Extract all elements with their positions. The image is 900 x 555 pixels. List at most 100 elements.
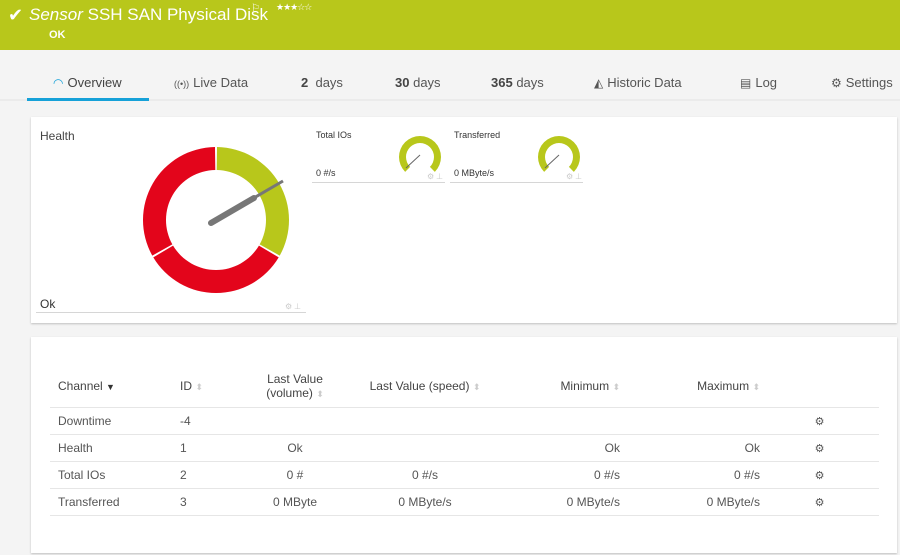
gauge-settings-icons[interactable]: ⚙⊥ [285, 302, 303, 311]
cell-min: Ok [500, 434, 630, 461]
tab-num: 2 [301, 75, 308, 90]
cell-max: Ok [630, 434, 760, 461]
total-ios-needle [406, 155, 420, 168]
col-label: Maximum [697, 379, 749, 393]
health-gauge[interactable] [141, 145, 291, 299]
tab-live-data[interactable]: ((•)) Live Data [174, 75, 248, 90]
list-icon: ▤ [740, 76, 751, 90]
gauges-panel: Health Ok ⚙⊥ Total IOs 0 #/s ⚙⊥ Transfer… [31, 117, 897, 323]
title-text: SSH SAN Physical Disk [88, 5, 268, 24]
tab-label: Log [755, 75, 777, 90]
tab-2-days[interactable]: 2 days [301, 75, 343, 90]
sensor-header: ✔ Sensor SSH SAN Physical Disk ⚐ ★★★☆☆ O… [0, 0, 900, 50]
total-ios-divider [312, 182, 445, 183]
cell-max: 0 MByte/s [630, 488, 760, 515]
broadcast-icon: ((•)) [174, 79, 189, 89]
cell-max: 0 #/s [630, 461, 760, 488]
col-channel[interactable]: Channel ▼ [50, 365, 180, 407]
cell-min [500, 407, 630, 434]
total-ios-title: Total IOs [316, 130, 352, 140]
col-label: Last Value [267, 372, 323, 386]
cell-min: 0 MByte/s [500, 488, 630, 515]
table-row[interactable]: Total IOs 2 0 # 0 #/s 0 #/s 0 #/s ⚙ [50, 461, 879, 488]
sort-desc-icon: ▼ [106, 382, 115, 392]
cell-volume [240, 407, 350, 434]
col-last-value-speed[interactable]: Last Value (speed) ⬍ [350, 365, 500, 407]
title-prefix: Sensor [29, 5, 83, 24]
col-minimum[interactable]: Minimum ⬍ [500, 365, 630, 407]
table-row[interactable]: Transferred 3 0 MByte 0 MByte/s 0 MByte/… [50, 488, 879, 515]
health-segment-error-1 [153, 246, 278, 293]
tab-label: days [315, 75, 342, 90]
tab-label: Live Data [193, 75, 248, 90]
cell-speed [350, 407, 500, 434]
cell-volume: 0 MByte [240, 488, 350, 515]
health-needle-thick [211, 198, 254, 223]
col-last-value-volume[interactable]: Last Value(volume) ⬍ [240, 365, 350, 407]
cell-id: 3 [180, 488, 240, 515]
active-tab-indicator [27, 98, 149, 101]
cell-channel: Health [50, 434, 180, 461]
transferred-divider [450, 182, 583, 183]
total-ios-settings-icons[interactable]: ⚙⊥ [427, 172, 445, 181]
cell-channel: Downtime [50, 407, 180, 434]
channel-settings-icon[interactable]: ⚙ [815, 416, 825, 428]
col-maximum[interactable]: Maximum ⬍ [630, 365, 760, 407]
tab-label: Settings [846, 75, 893, 90]
health-gauge-value: Ok [40, 297, 55, 311]
health-segment-error-2 [143, 147, 215, 256]
sort-icon: ⬍ [752, 382, 760, 392]
col-label: Minimum [560, 379, 609, 393]
tab-num: 30 [395, 75, 409, 90]
flag-icon[interactable]: ⚐ [251, 3, 260, 14]
area-chart-icon: ◭ [594, 76, 603, 90]
cell-speed: 0 MByte/s [350, 488, 500, 515]
cell-speed [350, 434, 500, 461]
status-text: OK [49, 29, 66, 41]
cell-max [630, 407, 760, 434]
priority-stars[interactable]: ★★★☆☆ [276, 2, 311, 13]
col-label: (volume) [266, 386, 313, 400]
cell-channel: Transferred [50, 488, 180, 515]
total-ios-arc [399, 136, 441, 172]
tab-label: days [516, 75, 543, 90]
sort-icon: ⬍ [473, 382, 481, 392]
tab-30-days[interactable]: 30 days [395, 75, 441, 90]
transferred-settings-icons[interactable]: ⚙⊥ [566, 172, 584, 181]
total-ios-value: 0 #/s [316, 168, 336, 178]
channel-settings-icon[interactable]: ⚙ [815, 443, 825, 455]
tab-bar: ◠Overview ((•))Live Data 2 days 30 days … [0, 66, 900, 101]
channel-settings-icon[interactable]: ⚙ [815, 470, 825, 482]
col-label: Last Value (speed) [370, 379, 470, 393]
channels-table: Channel ▼ ID ⬍ Last Value(volume) ⬍ Last… [50, 365, 879, 516]
table-row[interactable]: Downtime -4 ⚙ [50, 407, 879, 434]
col-actions [760, 365, 879, 407]
cell-id: -4 [180, 407, 240, 434]
cell-volume: 0 # [240, 461, 350, 488]
tab-label: days [413, 75, 440, 90]
gear-icon: ⚙ [831, 76, 842, 90]
tab-label: Historic Data [607, 75, 681, 90]
tab-overview[interactable]: ◠ Overview [53, 75, 122, 90]
tab-historic-data[interactable]: ◭ Historic Data [594, 75, 682, 90]
cell-id: 2 [180, 461, 240, 488]
tab-365-days[interactable]: 365 days [491, 75, 544, 90]
col-id[interactable]: ID ⬍ [180, 365, 240, 407]
tab-label: Overview [67, 75, 121, 90]
transferred-title: Transferred [454, 130, 500, 140]
cell-speed: 0 #/s [350, 461, 500, 488]
table-row[interactable]: Health 1 Ok Ok Ok ⚙ [50, 434, 879, 461]
col-label: ID [180, 379, 192, 393]
tab-log[interactable]: ▤ Log [740, 75, 777, 90]
cell-min: 0 #/s [500, 461, 630, 488]
cell-id: 1 [180, 434, 240, 461]
channels-panel: Channel ▼ ID ⬍ Last Value(volume) ⬍ Last… [31, 337, 897, 553]
sort-icon: ⬍ [316, 389, 324, 399]
channel-settings-icon[interactable]: ⚙ [815, 497, 825, 509]
tab-settings[interactable]: ⚙ Settings [831, 75, 893, 90]
cell-channel: Total IOs [50, 461, 180, 488]
table-header-row: Channel ▼ ID ⬍ Last Value(volume) ⬍ Last… [50, 365, 879, 407]
col-label: Channel [58, 379, 103, 393]
transferred-needle [545, 155, 559, 168]
gauge-icon: ◠ [53, 76, 63, 90]
